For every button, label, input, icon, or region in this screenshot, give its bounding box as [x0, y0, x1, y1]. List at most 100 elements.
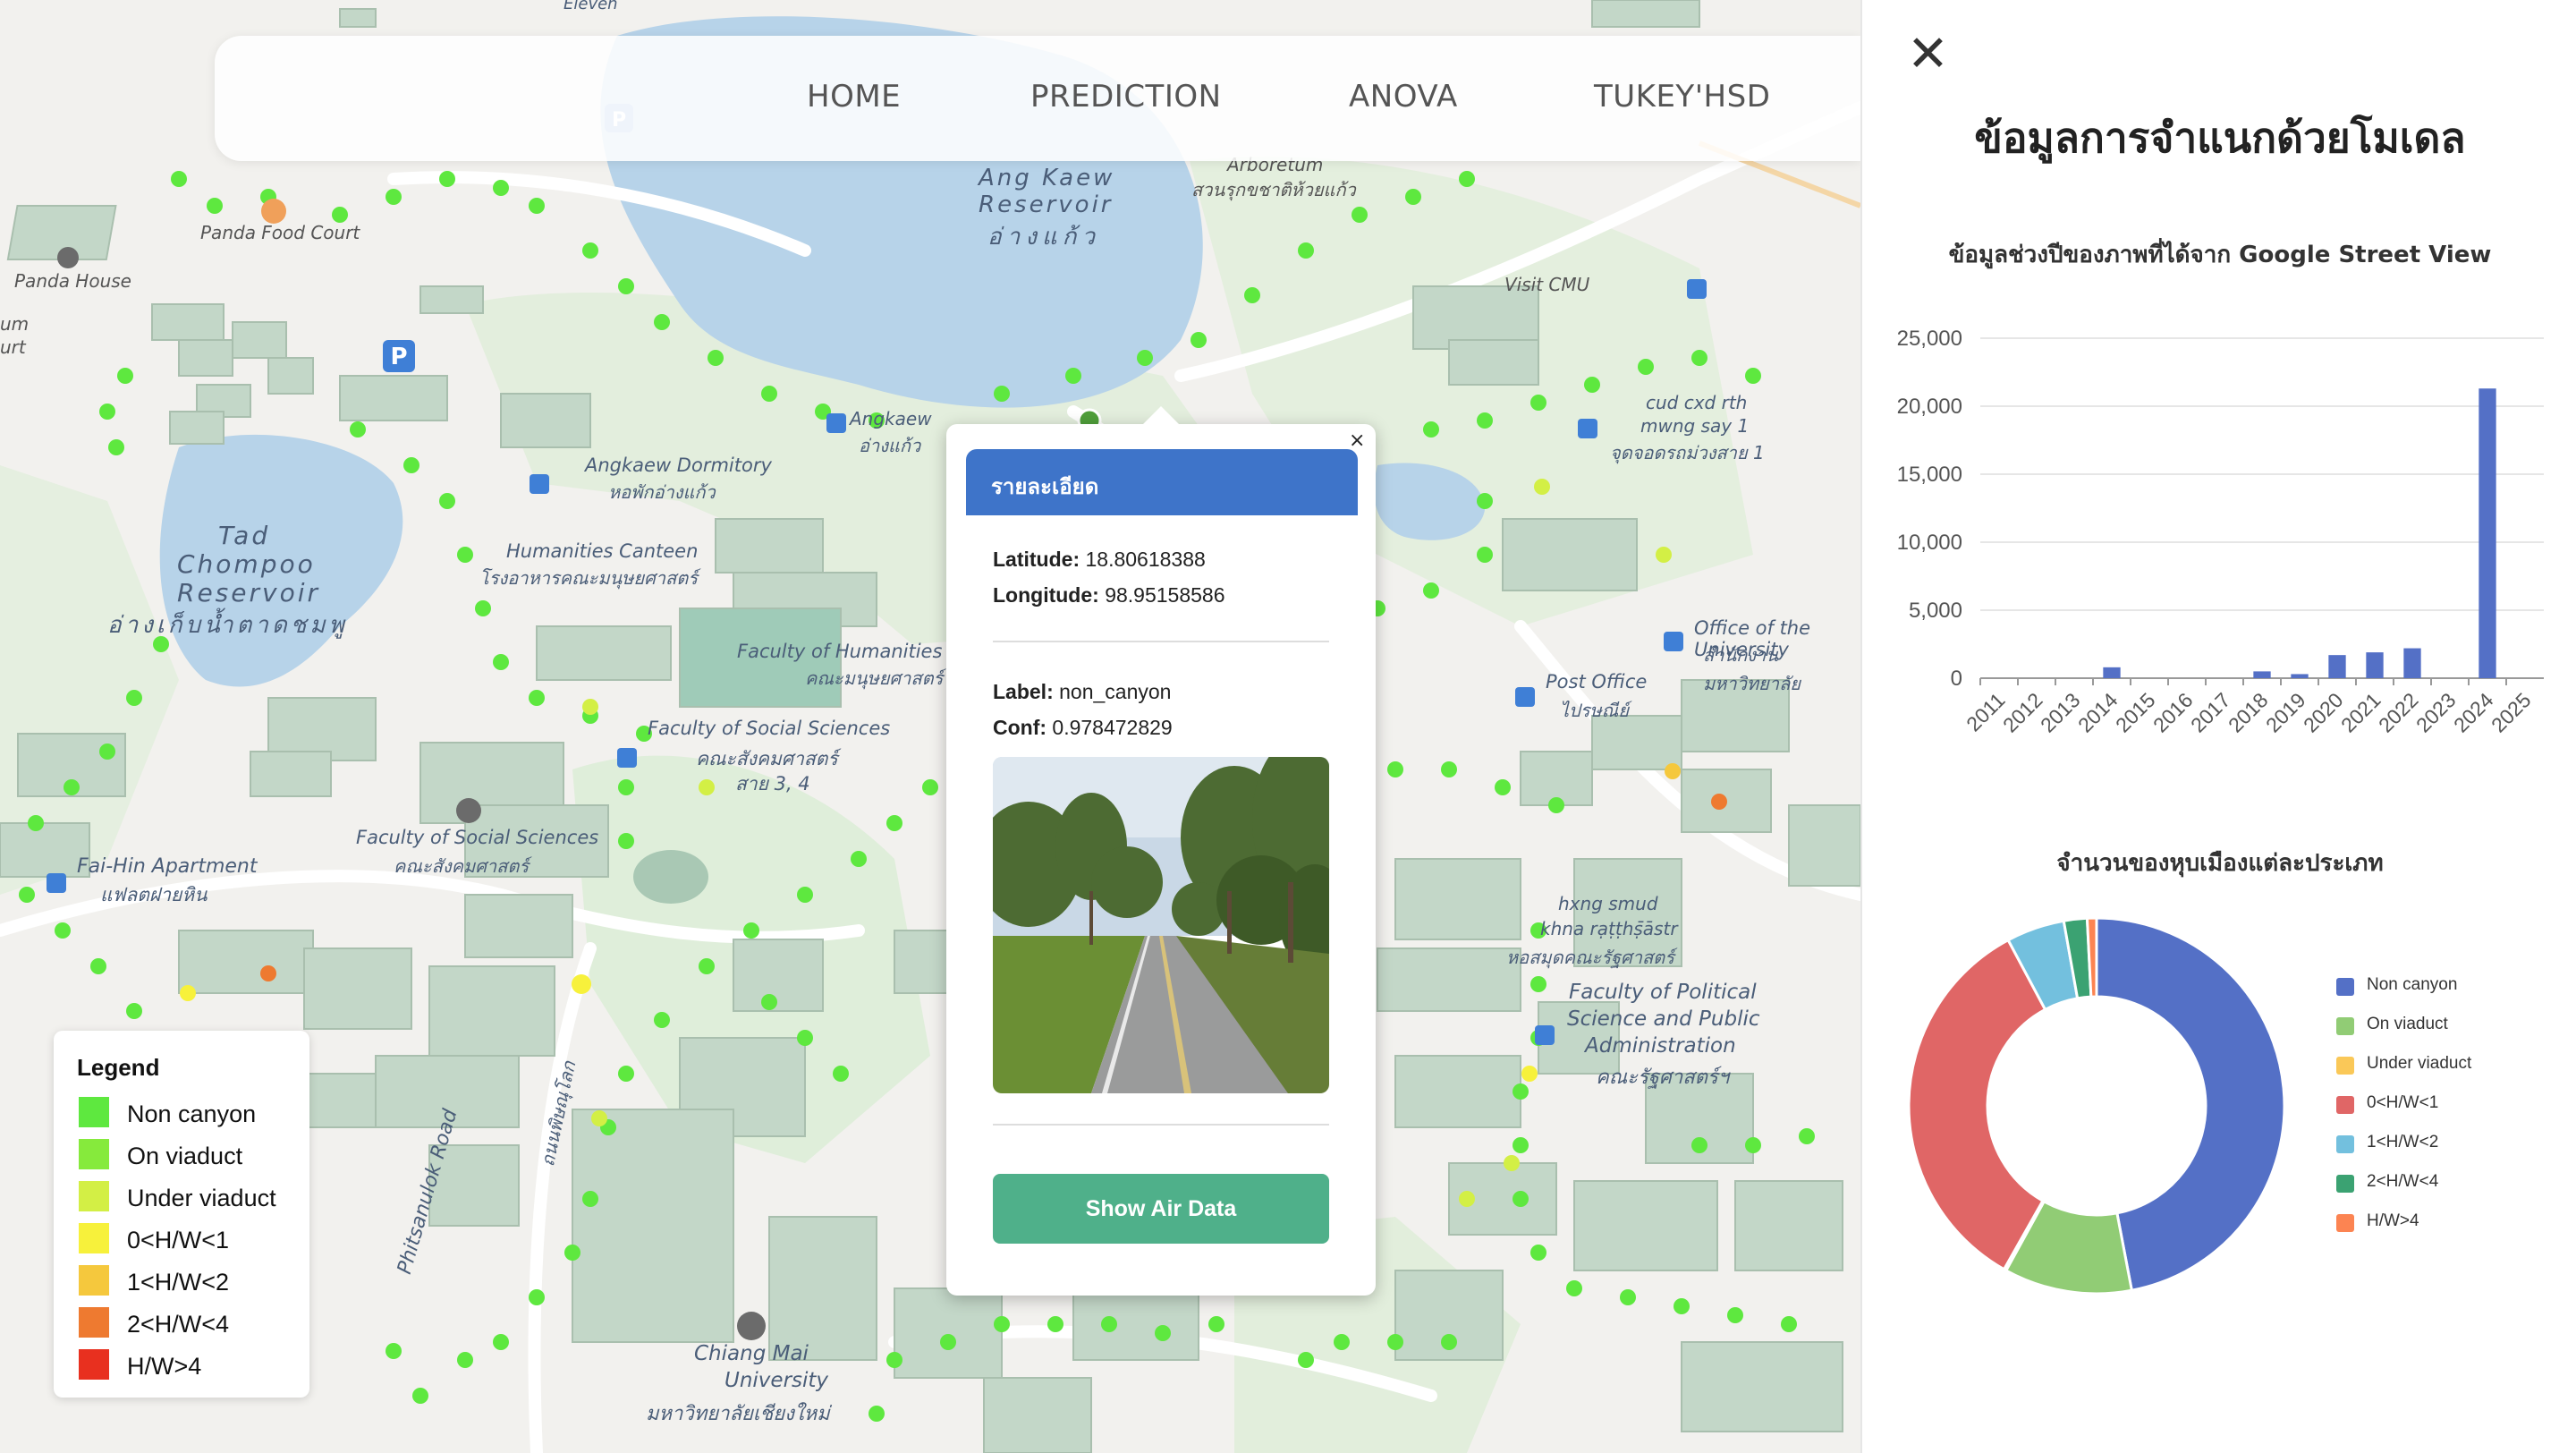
map-label: อ่างแก้ว — [859, 435, 921, 456]
map-label: Faculty of Social Sciences — [648, 718, 891, 739]
conf-label: Conf: — [993, 716, 1047, 739]
side-panel: ✕ ข้อมูลการจำแนกด้วยโมเดล ข้อมูลช่วงปีขอ… — [1860, 0, 2576, 1453]
map-label: มหาวิทยาลัยเชียงใหม่ — [646, 1403, 830, 1425]
map-label: Ang Kaew — [979, 165, 1115, 191]
bar — [2366, 652, 2384, 678]
latitude-value: 18.80618388 — [1085, 548, 1206, 571]
nav-prediction[interactable]: PREDICTION — [1030, 79, 1222, 115]
pie-legend-swatch — [2336, 1057, 2354, 1075]
y-tick-label: 20,000 — [1897, 395, 1962, 419]
pie-legend-label: Under viaduct — [2367, 1054, 2472, 1073]
pie-legend-item[interactable]: 0<H/W<1 — [2336, 1092, 2569, 1118]
pie-legend-label: Non canyon — [2367, 975, 2458, 994]
popup-header-title: รายละเอียด — [991, 474, 1099, 499]
pie-legend-label: 1<H/W<2 — [2367, 1133, 2439, 1151]
pie-legend-swatch — [2336, 1175, 2354, 1193]
pie-legend-item[interactable]: H/W>4 — [2336, 1210, 2569, 1236]
map-label: Administration — [1585, 1034, 1736, 1058]
x-tick-label: 2023 — [2411, 688, 2461, 737]
popup-confidence: Conf: 0.978472829 — [993, 716, 1173, 740]
map-legend: Legend Non canyon On viaduct Under viaduct… — [54, 1031, 309, 1398]
show-air-data-button[interactable]: Show Air Data — [993, 1174, 1329, 1244]
map-label: Chiang Mai — [694, 1342, 809, 1365]
bar — [2103, 667, 2121, 678]
map-label: อ่างแก้ว — [987, 224, 1101, 251]
popup-label: Label: non_canyon — [993, 680, 1171, 704]
map-label: อ่างเก็บน้ำตาดชมพู — [107, 612, 348, 639]
legend-title: Legend — [77, 1054, 160, 1081]
pie-legend-item[interactable]: Under viaduct — [2336, 1052, 2569, 1079]
map-label: hxng smud — [1558, 893, 1658, 914]
map-label: cud cxd rth — [1646, 392, 1748, 413]
pie-legend-label: 0<H/W<1 — [2367, 1093, 2439, 1112]
x-tick-label: 2014 — [2073, 688, 2123, 737]
map-label: คณะมนุษยศาสตร์ — [805, 667, 944, 689]
nav-tukey[interactable]: TUKEY'HSD — [1594, 79, 1770, 115]
popup-close-button[interactable]: × — [1349, 429, 1365, 452]
map-label: คณะสังคมศาสตร์ — [394, 855, 530, 877]
map-label: ไปรษณีย์ — [1560, 700, 1629, 721]
legend-swatch — [79, 1181, 109, 1211]
map-label: สวนรุกขชาติห้วยแก้ว — [1191, 179, 1356, 200]
y-tick-label: 10,000 — [1897, 531, 1962, 555]
map-label: Post Office — [1546, 671, 1648, 693]
conf-value: 0.978472829 — [1052, 716, 1173, 739]
pie-legend-item[interactable]: 2<H/W<4 — [2336, 1170, 2569, 1197]
map-label: Humanities Canteen — [506, 540, 699, 562]
bar — [2253, 671, 2271, 678]
legend-label: On viaduct — [127, 1143, 243, 1169]
pie-legend-item[interactable]: Non canyon — [2336, 973, 2569, 1000]
x-tick-label: 2018 — [2224, 688, 2273, 737]
map-label: urt — [0, 336, 26, 358]
legend-swatch — [79, 1265, 109, 1296]
pie-legend-label: On viaduct — [2367, 1015, 2448, 1033]
legend-swatch — [79, 1307, 109, 1338]
map-label: สำนักงานมหาวิทยาลัย — [1703, 644, 1801, 694]
map-label: Faculty of Humanities — [737, 641, 943, 662]
label-value: non_canyon — [1059, 680, 1172, 703]
map-label: โรงอาหารคณะมนุษยศาสตร์ — [479, 567, 698, 589]
map-label: Angkaew — [850, 408, 932, 429]
x-tick-label: 2022 — [2374, 688, 2423, 737]
pie-legend-item[interactable]: On viaduct — [2336, 1013, 2569, 1040]
x-tick-label: 2025 — [2487, 688, 2536, 737]
map-label: ถนนพิษณุโลก — [536, 1058, 580, 1168]
panel-close-button[interactable]: ✕ — [1907, 25, 1949, 83]
year-bar-chart: 05,00010,00015,00020,00025,0002011201220… — [1897, 327, 2544, 737]
x-tick-label: 2020 — [2299, 688, 2348, 737]
legend-label: 1<H/W<2 — [127, 1269, 230, 1296]
y-tick-label: 15,000 — [1897, 463, 1962, 487]
legend-label: 2<H/W<4 — [127, 1311, 230, 1338]
popup-divider — [993, 1124, 1329, 1126]
popup-longitude: Longitude: 98.95158586 — [993, 583, 1225, 608]
map-label: แฟลตฝายหิน — [100, 884, 208, 905]
label-label: Label: — [993, 680, 1054, 703]
map-label: หอสมุดคณะรัฐศาสตร์ — [1506, 947, 1674, 968]
map-label: Panda House — [14, 270, 131, 292]
pie-legend-swatch — [2336, 978, 2354, 996]
popup-header: รายละเอียด — [966, 449, 1358, 515]
pie-legend-swatch — [2336, 1017, 2354, 1035]
pie-legend-item[interactable]: 1<H/W<2 — [2336, 1131, 2569, 1158]
y-tick-label: 5,000 — [1909, 599, 1962, 623]
x-tick-label: 2012 — [1998, 688, 2047, 737]
nav-anova[interactable]: ANOVA — [1349, 79, 1458, 115]
top-navbar: HOME PREDICTION ANOVA TUKEY'HSD — [215, 36, 1860, 161]
map-label: จุดจอดรถม่วงสาย 1 — [1610, 442, 1765, 463]
x-tick-label: 2016 — [2148, 688, 2198, 737]
bar — [2328, 655, 2346, 678]
x-tick-label: 2024 — [2449, 688, 2498, 737]
pie-legend-label: 2<H/W<4 — [2367, 1172, 2439, 1191]
map-label: mwng say 1 — [1640, 415, 1750, 437]
panel-title: ข้อมูลการจำแนกด้วยโมเดล — [1974, 114, 2466, 162]
legend-label: Non canyon — [127, 1100, 257, 1127]
pie-chart-title: จำนวนของหุบเมืองแต่ละประเภท — [2056, 850, 2384, 877]
map-label: Reservoir — [177, 578, 320, 608]
longitude-value: 98.95158586 — [1105, 583, 1225, 607]
map-label: Chompoo — [177, 549, 316, 579]
map-label: Angkaew Dormitory — [585, 455, 772, 476]
map-label: Eleven — [564, 0, 618, 13]
legend-swatch — [79, 1349, 109, 1380]
map-label: หอพักอ่างแก้ว — [608, 481, 716, 503]
nav-home[interactable]: HOME — [807, 79, 901, 115]
